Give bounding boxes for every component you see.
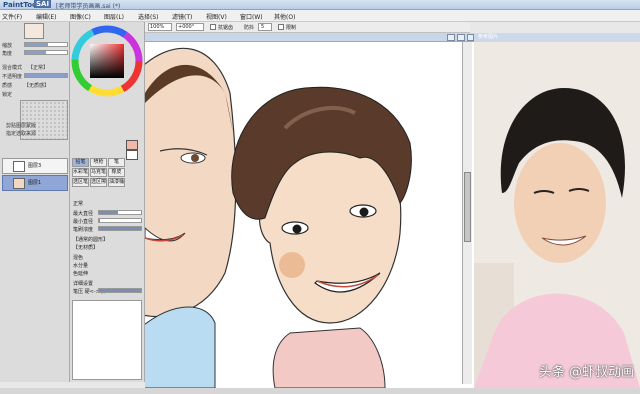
zoom-value: 100% [150,24,165,30]
rotation-box[interactable]: +000° [176,23,204,31]
persistence-label: 色延伸 [73,271,89,277]
brush-mode[interactable]: 正常 [73,200,83,207]
tool-eraser[interactable]: 橡皮 [108,168,125,177]
brush-size-grid[interactable] [72,300,142,380]
menu-select[interactable]: 选择(S) [138,12,159,21]
reference-photo [474,33,640,388]
canvas-vertical-scrollbar[interactable] [462,42,472,384]
effect-label: 质感 [2,83,13,89]
secondary-color-swatch[interactable] [126,150,138,160]
min-size-label: 最小直径 [73,219,94,225]
tool-bucket[interactable]: 油漆桶 [108,178,125,187]
snap-label: 限制 [286,25,297,31]
mode-value[interactable]: 【正常】 [28,64,48,71]
menu-bar: 文件(F) 编辑(E) 图像(C) 图层(L) 选择(S) 滤镜(T) 视图(V… [0,10,640,22]
tool-brush[interactable]: 笔 [108,158,125,167]
aa-label: 抗锯齿 [218,25,234,31]
density-label: 笔刷浓度 [73,227,94,233]
menu-other[interactable]: 其他(O) [274,12,295,21]
app-sai-badge: SAI [34,0,52,8]
watermark-text: 头条 @虾叔动画 [538,365,634,380]
reference-photo-window: 头条 @虾叔动画 [474,33,640,388]
size-label: 最大直径 [73,211,94,217]
mode-label: 混合模式 [2,65,23,71]
stabilizer-value: 5 [261,24,265,30]
nav-zoom-slider[interactable] [24,42,68,47]
nav-angle-slider[interactable] [24,50,68,55]
tool-airbrush[interactable]: 喷枪 [90,158,107,167]
select-src-label[interactable]: 指定选取来源 [6,130,36,137]
canvas-window-bar [145,33,475,42]
zoom-box[interactable]: 100% [148,23,172,31]
menu-file[interactable]: 文件(F) [2,12,22,21]
layer-name: 图层1 [28,180,42,186]
menu-image[interactable]: 图像(C) [70,12,91,21]
menu-edit[interactable]: 编辑(E) [36,12,56,21]
layer-thumbnail [13,161,25,172]
stabilizer-label: 防抖 [244,25,255,31]
brush-cursor-circle [279,252,305,278]
reference-window-title: 参考图片 [474,33,640,42]
min-size-slider[interactable] [98,218,142,223]
drawing-canvas[interactable] [145,33,475,388]
layer-name: 图层3 [28,163,42,169]
close-button[interactable] [467,34,474,41]
snap-checkbox[interactable] [278,24,284,30]
nav-angle-label: 角度 [2,51,13,57]
detail-label[interactable]: 详细设置 [73,280,93,287]
menu-view[interactable]: 视图(V) [206,12,227,21]
minimize-button[interactable] [447,34,455,41]
navigator-layer-panel: 缩放 角度 混合模式 【正常】 不透明度 质感 【无质感】 锁定 剪贴图层蒙版 … [0,22,70,382]
color-tool-panel: 铅笔 喷枪 笔 水彩笔 马克笔 橡皮 选区笔 选区擦 油漆桶 正常 最大直径 最… [70,22,145,382]
rotation-value: +000° [178,24,195,30]
tool-select-eraser[interactable]: 选区擦 [90,178,107,187]
navigator-thumbnail[interactable] [24,23,44,39]
opacity-slider[interactable] [24,73,68,78]
title-bar: PaintTool SAI [老师带学员画画.sai (*) [0,0,640,10]
layer-thumbnail [13,178,25,189]
opacity-label: 不透明度 [2,74,23,80]
dilution-label: 水分量 [73,263,89,269]
brush-shape[interactable]: 【通常的圆形】 [73,236,108,243]
menu-window[interactable]: 窗口(W) [240,12,263,21]
scroll-thumb[interactable] [464,172,471,242]
stabilizer-box[interactable]: 5 [258,23,272,31]
menu-filter[interactable]: 滤镜(T) [172,12,192,21]
primary-color-swatch[interactable] [126,140,138,150]
tool-watercolor[interactable]: 水彩笔 [72,168,89,177]
clip-label[interactable]: 剪贴图层蒙版 [6,122,36,129]
aa-checkbox[interactable] [210,24,216,30]
file-title: [老师带学员画画.sai (*) [56,3,121,10]
lock-label: 锁定 [2,92,13,98]
blend-label: 混色 [73,255,84,261]
tool-marker[interactable]: 马克笔 [90,168,107,177]
curve-slider[interactable] [98,288,142,293]
layer-row-selected[interactable]: 图层1 [2,175,68,191]
tool-select-pen[interactable]: 选区笔 [72,178,89,187]
brush-texture[interactable]: 【无材质】 [73,244,98,251]
tool-pencil[interactable]: 铅笔 [72,158,89,167]
bottom-edge [0,388,640,394]
layer-row[interactable]: 图层3 [2,158,68,174]
size-slider[interactable] [98,210,142,215]
canvas-artwork [145,47,412,388]
color-wheel[interactable] [70,24,145,99]
nav-zoom-label: 缩放 [2,43,13,49]
density-slider[interactable] [98,226,142,231]
maximize-button[interactable] [457,34,465,41]
effect-value[interactable]: 【无质感】 [24,82,49,89]
menu-layer[interactable]: 图层(L) [104,12,124,21]
